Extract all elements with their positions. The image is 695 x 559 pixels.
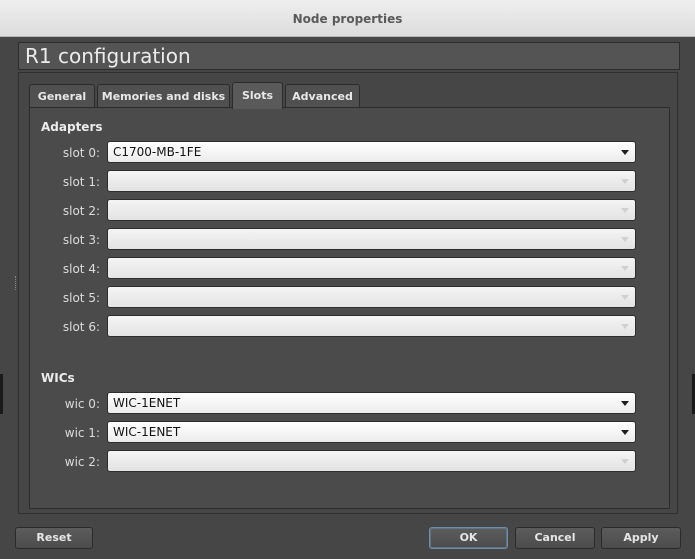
tab-label: General [37,90,87,103]
slot-5-label: slot 5: [62,291,100,305]
splitter-grip[interactable] [15,276,18,290]
slot-0-value: C1700-MB-1FE [113,145,202,159]
chevron-down-icon [621,401,629,406]
tab-label: Slots [241,89,274,102]
cancel-button[interactable]: Cancel [515,527,595,549]
wic-1-select[interactable]: WIC-1ENET [107,421,636,443]
slot-1-label: slot 1: [62,175,100,189]
chevron-down-icon [621,208,629,213]
slot-5-select[interactable] [107,286,636,308]
window-title: Node properties [292,12,403,26]
chevron-down-icon [621,150,629,155]
wic-0-select[interactable]: WIC-1ENET [107,392,636,414]
tab-general[interactable]: General [29,84,95,108]
slot-4-select[interactable] [107,257,636,279]
wic-1-label: wic 1: [64,426,100,440]
slot-0-select[interactable]: C1700-MB-1FE [107,141,636,163]
chevron-down-icon [621,237,629,242]
reset-button[interactable]: Reset [15,527,93,549]
config-title: R1 configuration [25,44,191,68]
chevron-down-icon [621,459,629,464]
slot-3-label: slot 3: [62,233,100,247]
wic-2-select[interactable] [107,450,636,472]
tab-memories-and-disks[interactable]: Memories and disks [97,84,230,108]
wic-1-value: WIC-1ENET [113,425,181,439]
wics-section-title: WICs [41,371,75,385]
tab-label: Advanced [292,90,353,103]
slot-6-select[interactable] [107,315,636,337]
chevron-down-icon [621,324,629,329]
tab-label: Memories and disks [101,90,226,103]
config-header: R1 configuration [18,42,680,70]
tab-advanced[interactable]: Advanced [285,84,360,108]
wic-0-value: WIC-1ENET [113,396,181,410]
slots-panel [29,107,670,509]
ok-button[interactable]: OK [429,527,508,549]
slot-2-select[interactable] [107,199,636,221]
apply-button[interactable]: Apply [601,527,681,549]
chevron-down-icon [621,266,629,271]
slot-4-label: slot 4: [62,262,100,276]
tab-slots[interactable]: Slots [232,82,283,109]
adapters-section-title: Adapters [41,120,103,134]
slot-2-label: slot 2: [62,204,100,218]
chevron-down-icon [621,430,629,435]
chevron-down-icon [621,295,629,300]
slot-0-label: slot 0: [62,146,100,160]
slot-3-select[interactable] [107,228,636,250]
slot-1-select[interactable] [107,170,636,192]
wic-2-label: wic 2: [64,455,100,469]
slot-6-label: slot 6: [62,320,100,334]
window-titlebar[interactable]: Node properties [0,0,695,37]
chevron-down-icon [621,179,629,184]
wic-0-label: wic 0: [64,397,100,411]
